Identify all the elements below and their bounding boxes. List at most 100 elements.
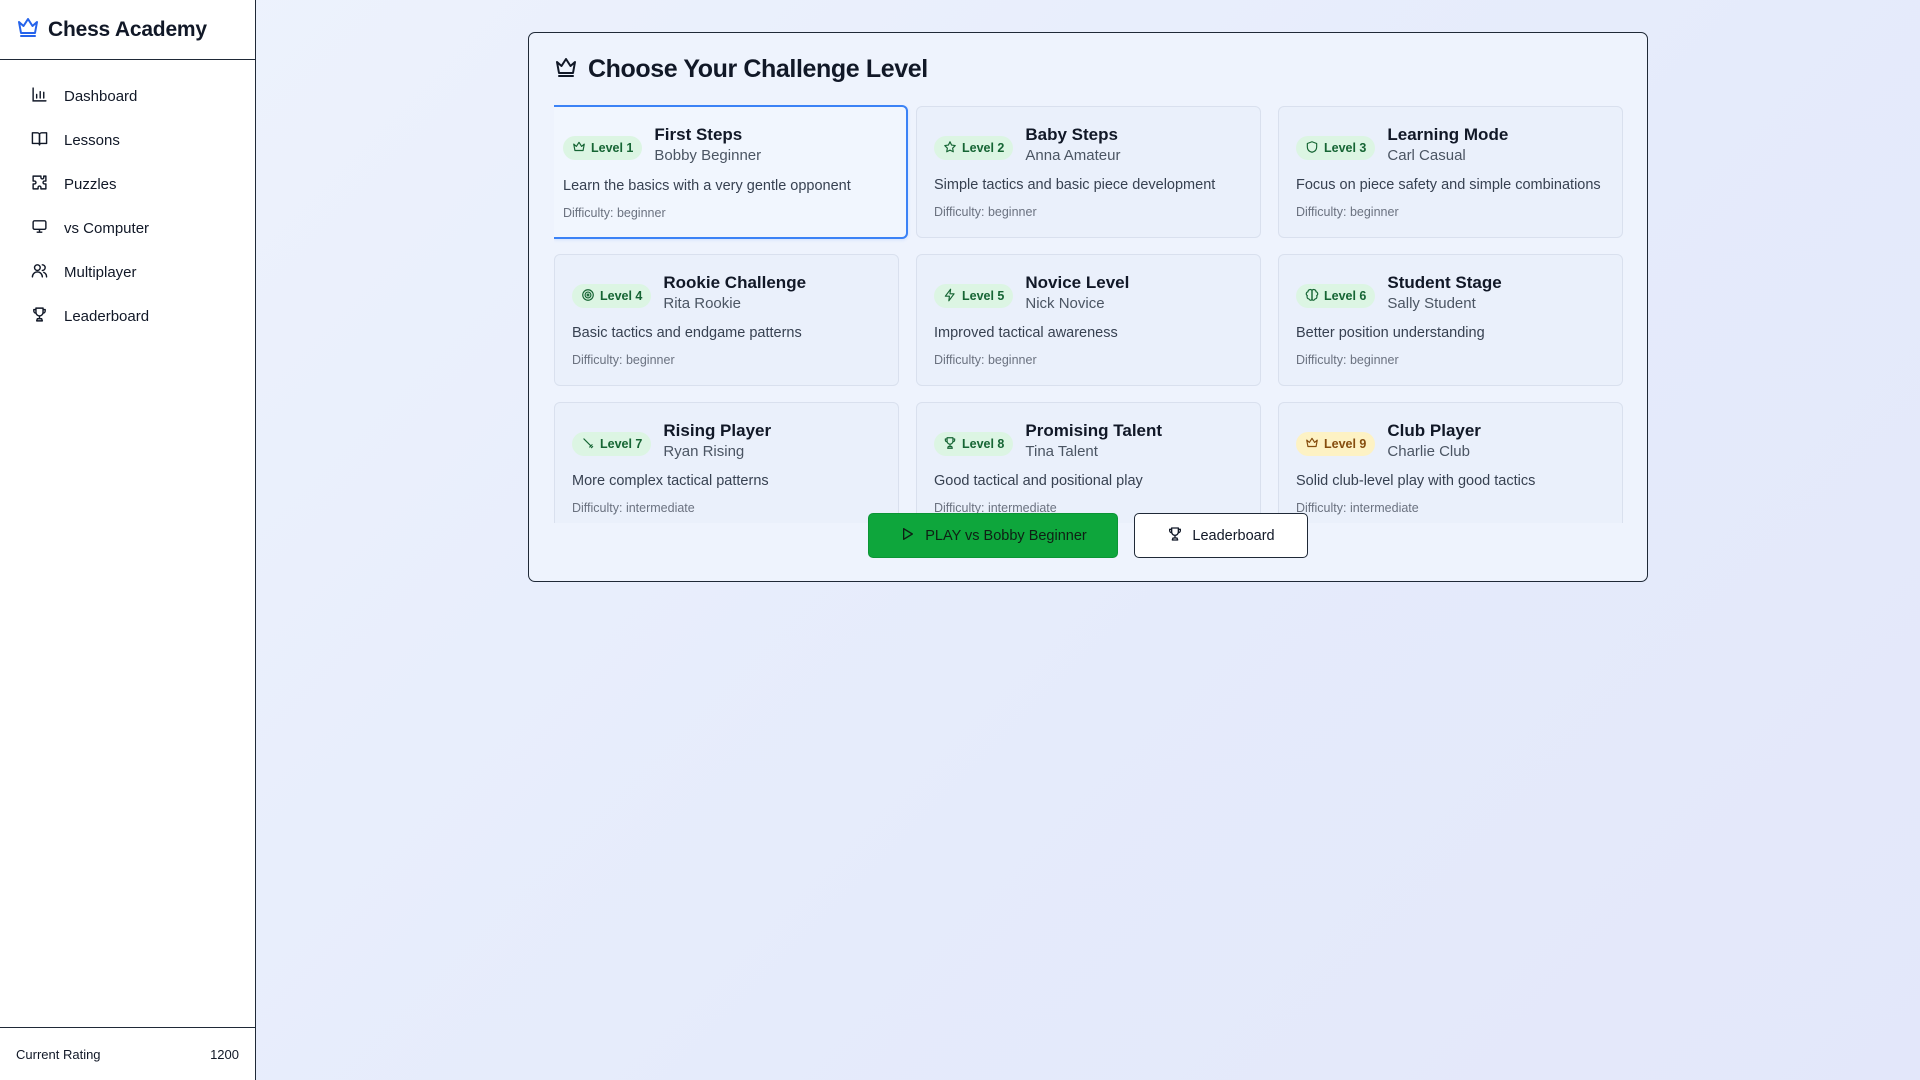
crown-icon [554,55,578,84]
leaderboard-button-label: Leaderboard [1192,527,1275,544]
sword-icon [581,436,595,453]
level-badge-label: Level 4 [600,289,643,303]
level-badge-label: Level 1 [591,141,634,155]
bar-chart-icon [31,86,48,107]
puzzle-icon [31,174,48,195]
crown-icon [572,140,586,157]
level-card-9[interactable]: Level 9 Club Player Charlie Club Solid c… [1278,402,1623,523]
app-title: Chess Academy [48,17,207,41]
level-badge: Level 5 [934,284,1014,308]
level-difficulty: Difficulty: beginner [563,206,666,220]
level-badge-label: Level 9 [1324,437,1367,451]
level-card-2[interactable]: Level 2 Baby Steps Anna Amateur Simple t… [916,106,1261,238]
level-title: Student Stage [1387,273,1502,292]
level-badge-label: Level 2 [962,141,1005,155]
level-title: Novice Level [1025,273,1130,292]
level-description: Learn the basics with a very gentle oppo… [563,178,851,194]
level-difficulty: Difficulty: beginner [572,353,675,367]
level-badge: Level 8 [934,432,1014,456]
play-button[interactable]: PLAY vs Bobby Beginner [868,513,1118,558]
level-title: Rookie Challenge [663,273,807,292]
level-title: Baby Steps [1025,125,1118,144]
opponent-name: Ryan Rising [663,443,745,460]
level-card-1[interactable]: Level 1 First Steps Bobby Beginner Learn… [554,105,908,239]
sidebar-item-lessons[interactable]: Lessons [0,118,255,162]
monitor-icon [31,218,48,239]
level-badge-label: Level 6 [1324,289,1367,303]
level-difficulty: Difficulty: beginner [934,353,1037,367]
level-card-5[interactable]: Level 5 Novice Level Nick Novice Improve… [916,254,1261,386]
level-badge-label: Level 8 [962,437,1005,451]
sidebar-item-dashboard[interactable]: Dashboard [0,74,255,118]
level-card-7[interactable]: Level 7 Rising Player Ryan Rising More c… [554,402,899,523]
sidebar-item-leaderboard[interactable]: Leaderboard [0,294,255,338]
leaderboard-button[interactable]: Leaderboard [1134,513,1308,558]
crown-icon [16,15,40,44]
level-description: Simple tactics and basic piece developme… [934,177,1216,193]
book-open-icon [31,130,48,151]
level-badge: Level 9 [1296,432,1376,456]
level-title: Rising Player [663,421,772,440]
level-grid[interactable]: Level 1 First Steps Bobby Beginner Learn… [554,105,1624,523]
level-description: Basic tactics and endgame patterns [572,325,802,341]
panel-actions: PLAY vs Bobby Beginner Leaderboard [529,513,1647,558]
level-badge-label: Level 5 [962,289,1005,303]
level-card-4[interactable]: Level 4 Rookie Challenge Rita Rookie Bas… [554,254,899,386]
level-difficulty: Difficulty: beginner [1296,353,1399,367]
level-card-8[interactable]: Level 8 Promising Talent Tina Talent Goo… [916,402,1261,523]
level-title: Promising Talent [1025,421,1163,440]
brain-icon [1305,288,1319,305]
level-badge-label: Level 3 [1324,141,1367,155]
level-badge: Level 6 [1296,284,1376,308]
challenge-level-panel: Choose Your Challenge Level Level 1 Firs… [528,32,1648,582]
sidebar: Chess Academy Dashboard Lessons Puzzles … [0,0,256,1080]
level-description: Solid club-level play with good tactics [1296,473,1536,489]
opponent-name: Nick Novice [1025,295,1105,312]
sidebar-nav: Dashboard Lessons Puzzles vs Computer Mu… [0,60,255,338]
level-card-6[interactable]: Level 6 Student Stage Sally Student Bett… [1278,254,1623,386]
trophy-icon [31,306,48,327]
play-icon [899,526,915,546]
rating-label: Current Rating [16,1046,101,1062]
level-badge: Level 1 [563,136,643,160]
level-description: Good tactical and positional play [934,473,1143,489]
sidebar-item-label: vs Computer [64,219,150,237]
sidebar-item-label: Multiplayer [64,263,137,281]
sidebar-item-label: Dashboard [64,87,138,105]
opponent-name: Charlie Club [1387,443,1470,460]
sidebar-item-label: Lessons [64,131,120,149]
panel-header: Choose Your Challenge Level [554,55,928,84]
crown-icon [1305,436,1319,453]
level-badge: Level 2 [934,136,1014,160]
sidebar-item-multiplayer[interactable]: Multiplayer [0,250,255,294]
opponent-name: Sally Student [1387,295,1476,312]
level-title: Club Player [1387,421,1481,440]
users-icon [31,262,48,283]
level-description: Better position understanding [1296,325,1485,341]
level-badge: Level 3 [1296,136,1376,160]
shield-icon [1305,140,1319,157]
level-description: Focus on piece safety and simple combina… [1296,177,1601,193]
play-button-label: PLAY vs Bobby Beginner [925,527,1087,544]
rating-value: 1200 [210,1046,239,1062]
level-badge-label: Level 7 [600,437,643,451]
level-difficulty: Difficulty: beginner [1296,205,1399,219]
trophy-icon [943,436,957,453]
opponent-name: Tina Talent [1025,443,1098,460]
lightning-icon [943,288,957,305]
level-difficulty: Difficulty: beginner [934,205,1037,219]
level-badge: Level 7 [572,432,652,456]
brand[interactable]: Chess Academy [0,0,255,60]
sidebar-item-puzzles[interactable]: Puzzles [0,162,255,206]
level-title: First Steps [654,125,743,144]
opponent-name: Bobby Beginner [654,147,762,164]
level-card-3[interactable]: Level 3 Learning Mode Carl Casual Focus … [1278,106,1623,238]
level-badge: Level 4 [572,284,652,308]
star-icon [943,140,957,157]
target-icon [581,288,595,305]
level-title: Learning Mode [1387,125,1509,144]
sidebar-item-vs-computer[interactable]: vs Computer [0,206,255,250]
opponent-name: Carl Casual [1387,147,1466,164]
sidebar-item-label: Puzzles [64,175,117,193]
trophy-icon [1167,526,1183,546]
